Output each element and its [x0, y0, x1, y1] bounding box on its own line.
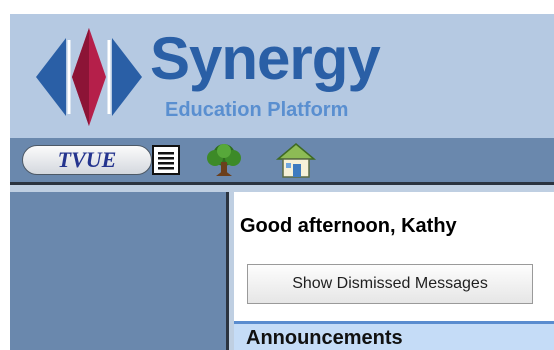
- left-sidebar: [10, 192, 226, 350]
- synergy-logo-mark: [36, 28, 142, 126]
- announcements-title: Announcements: [246, 327, 403, 349]
- announcements-header: Announcements: [234, 321, 554, 350]
- window-top-margin: [0, 0, 554, 14]
- greeting-text: Good afternoon, Kathy: [240, 215, 457, 237]
- window-left-margin: [0, 14, 10, 350]
- document-list-icon[interactable]: [150, 144, 182, 176]
- home-icon[interactable]: [274, 141, 318, 179]
- app-header: Synergy Education Platform: [10, 14, 554, 138]
- show-dismissed-messages-button[interactable]: Show Dismissed Messages: [247, 264, 533, 304]
- brand-tagline: Education Platform: [165, 99, 349, 121]
- toolbar-border-light: [10, 185, 554, 192]
- brand-name: Synergy: [150, 25, 381, 92]
- main-content: Good afternoon, Kathy Show Dismissed Mes…: [234, 192, 554, 350]
- tvue-button[interactable]: TVUE: [22, 145, 152, 175]
- tree-icon[interactable]: [204, 142, 244, 178]
- main-toolbar: TVUE: [10, 138, 554, 182]
- tvue-label: TVUE: [57, 147, 117, 172]
